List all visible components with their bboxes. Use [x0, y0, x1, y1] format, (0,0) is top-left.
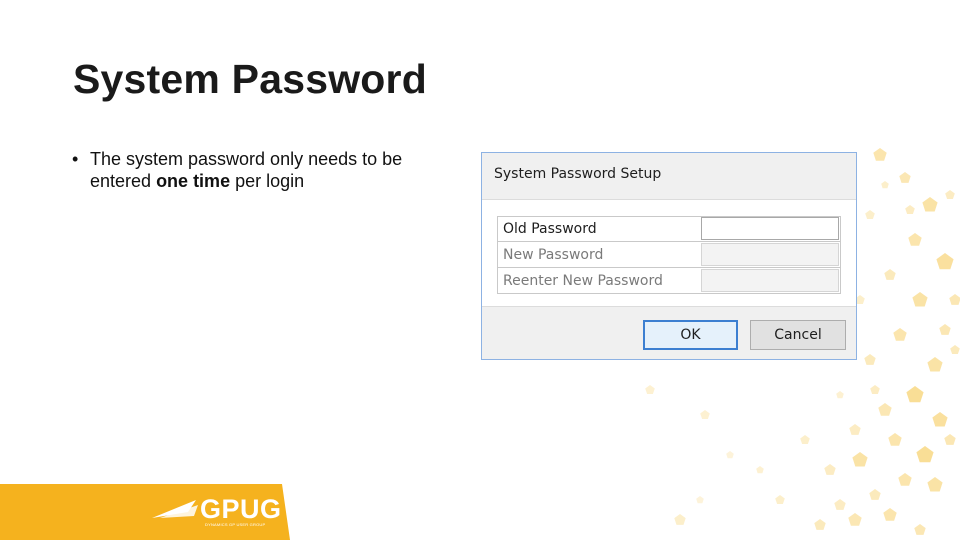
decorative-hexagon — [873, 148, 887, 161]
decorative-hexagon — [949, 294, 960, 305]
decorative-hexagon — [916, 446, 934, 463]
decorative-hexagon — [848, 513, 862, 526]
decorative-hexagon — [834, 499, 846, 510]
decorative-hexagon — [936, 253, 954, 270]
decorative-hexagon — [674, 514, 686, 525]
old-password-row: Old Password — [497, 216, 841, 242]
decorative-hexagon — [893, 328, 907, 341]
decorative-hexagon — [899, 172, 911, 183]
dialog-title: System Password Setup — [494, 166, 662, 182]
reenter-password-field[interactable] — [701, 269, 839, 292]
decorative-hexagon — [950, 345, 960, 354]
reenter-password-row: Reenter New Password — [497, 268, 841, 294]
decorative-hexagon — [927, 357, 943, 372]
decorative-hexagon — [914, 524, 926, 535]
new-password-row: New Password — [497, 242, 841, 268]
decorative-hexagon — [944, 434, 956, 445]
old-password-field[interactable] — [701, 217, 839, 240]
decorative-hexagon — [908, 233, 922, 246]
decorative-hexagon — [852, 452, 868, 467]
decorative-hexagon — [865, 210, 875, 219]
decorative-hexagon — [922, 197, 938, 212]
ok-button[interactable]: OK — [643, 320, 738, 350]
decorative-hexagon — [905, 205, 915, 214]
decorative-hexagon — [756, 466, 764, 474]
decorative-hexagon — [945, 190, 955, 199]
decorative-hexagon — [814, 519, 826, 530]
decorative-hexagon — [927, 477, 943, 492]
dialog-body: Old Password New Password Reenter New Pa… — [482, 199, 856, 307]
old-password-label: Old Password — [503, 221, 597, 237]
decorative-hexagon — [932, 412, 948, 427]
new-password-field[interactable] — [701, 243, 839, 266]
decorative-hexagon — [696, 496, 704, 504]
decorative-hexagon — [700, 410, 710, 419]
decorative-hexagon — [849, 424, 861, 435]
password-field-table: Old Password New Password Reenter New Pa… — [497, 216, 841, 294]
decorative-hexagon — [878, 403, 892, 416]
gpug-logo-subtext: DYNAMICS GP USER GROUP — [205, 522, 266, 527]
reenter-password-label: Reenter New Password — [503, 273, 663, 289]
decorative-hexagon — [824, 464, 836, 475]
gpug-logo-icon — [152, 500, 198, 518]
bullet-item: • The system password only needs to be e… — [72, 148, 462, 192]
decorative-hexagon — [870, 385, 880, 394]
bullet-dot: • — [72, 149, 79, 169]
decorative-hexagon — [864, 354, 876, 365]
decorative-hexagon — [726, 451, 734, 459]
cancel-button[interactable]: Cancel — [750, 320, 846, 350]
decorative-hexagon — [912, 292, 928, 307]
gpug-logo-text: GPUG — [200, 494, 282, 524]
system-password-setup-dialog: System Password Setup Old Password New P… — [481, 152, 857, 360]
page-title: System Password — [73, 56, 427, 102]
decorative-hexagon — [939, 324, 951, 335]
decorative-hexagon — [898, 473, 912, 486]
bullet-text: The system password only needs to be ent… — [90, 148, 462, 192]
decorative-hexagon — [836, 391, 844, 399]
bullet-text-bold: one time — [156, 171, 231, 191]
decorative-hexagon — [800, 435, 810, 444]
decorative-hexagon — [884, 269, 896, 280]
bullet-text-after: per login — [230, 171, 305, 191]
decorative-hexagon — [881, 181, 889, 189]
decorative-hexagon — [906, 386, 924, 403]
decorative-hexagon — [775, 495, 785, 504]
decorative-hexagon — [645, 385, 655, 394]
decorative-hexagon — [883, 508, 897, 521]
decorative-hexagon — [888, 433, 902, 446]
new-password-label: New Password — [503, 247, 604, 263]
decorative-hexagon — [869, 489, 881, 500]
